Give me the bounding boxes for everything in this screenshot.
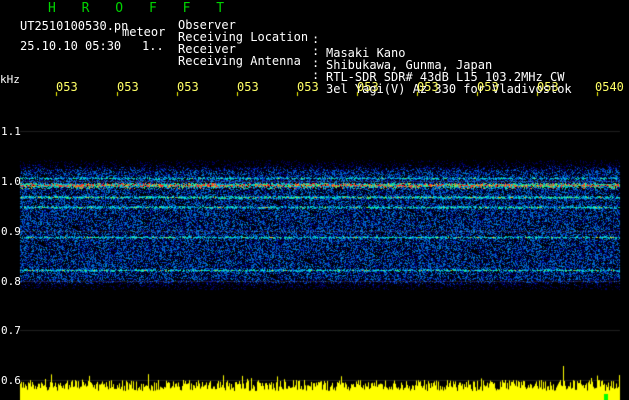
y-tick-label: 0.8 — [1, 275, 21, 288]
time-label: 053 — [537, 80, 559, 94]
time-label: 053 — [357, 80, 379, 94]
frequency-unit-label: kHz — [0, 73, 20, 86]
time-label: 053 — [117, 80, 139, 94]
info-antenna: Receiving Antenna : 3el Yagi(V) Az 330 f… — [178, 40, 572, 110]
sequence-label: 1.. — [142, 39, 164, 53]
y-tick-label: 0.6 — [1, 374, 21, 387]
time-label: 053 — [177, 80, 199, 94]
y-tick-label: 1.0 — [1, 175, 21, 188]
time-label: 053 — [477, 80, 499, 94]
filename-label: UT2510100530.pn — [20, 19, 129, 33]
datetime-label: 25.10.10 05:30 — [20, 39, 122, 53]
time-label: 0540 — [595, 80, 624, 94]
info-label: Receiving Antenna — [178, 54, 301, 68]
time-label: 053 — [297, 80, 319, 94]
y-tick-label: 0.9 — [1, 225, 21, 238]
time-label: 053 — [56, 80, 78, 94]
y-tick-label: 1.1 — [1, 125, 21, 138]
time-label: 053 — [417, 80, 439, 94]
meteor-label: meteor — [122, 25, 166, 39]
time-label: 053 — [237, 80, 259, 94]
y-tick-label: 0.7 — [1, 324, 21, 337]
